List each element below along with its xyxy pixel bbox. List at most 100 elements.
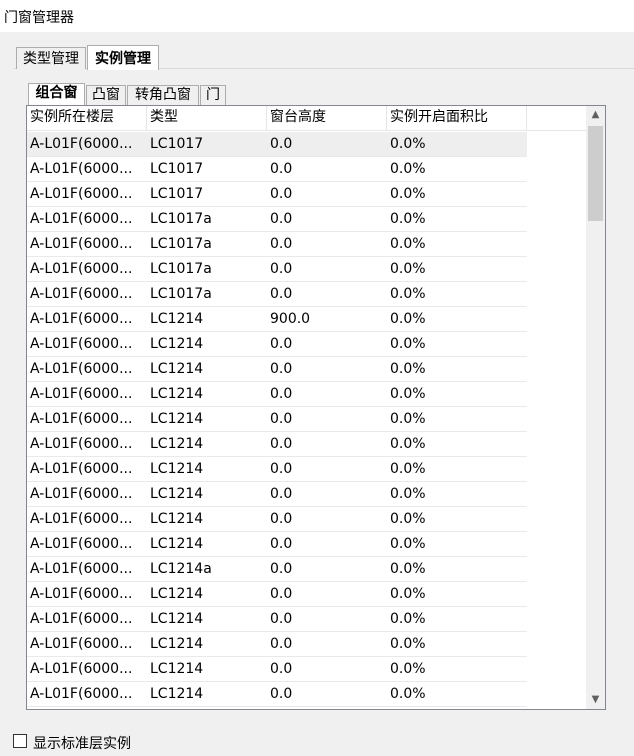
cell-open-area-ratio: 0.0% bbox=[390, 661, 426, 677]
cell-open-area-ratio: 0.0% bbox=[390, 386, 426, 402]
column-header-type[interactable]: 类型 bbox=[147, 106, 267, 130]
table-row[interactable]: A-L01F(6000... LC1214 0.0 0.0% bbox=[27, 682, 527, 707]
table-row[interactable]: A-L01F(6000... LC1214 0.0 0.0% bbox=[27, 532, 527, 557]
cell-floor: A-L01F(6000... bbox=[30, 586, 133, 602]
cell-type: LC1017 bbox=[150, 136, 204, 152]
table-row[interactable]: A-L01F(6000... LC1017 0.0 0.0% bbox=[27, 132, 527, 157]
cell-open-area-ratio: 0.0% bbox=[390, 586, 426, 602]
cell-open-area-ratio: 0.0% bbox=[390, 636, 426, 652]
cell-floor: A-L01F(6000... bbox=[30, 336, 133, 352]
table-row[interactable]: A-L01F(6000... LC1017a 0.0 0.0% bbox=[27, 282, 527, 307]
cell-open-area-ratio: 0.0% bbox=[390, 236, 426, 252]
subtab-door[interactable]: 门 bbox=[200, 85, 226, 105]
cell-type: LC1214a bbox=[150, 561, 212, 577]
cell-open-area-ratio: 0.0% bbox=[390, 311, 426, 327]
cell-sill-height: 0.0 bbox=[270, 461, 293, 477]
cell-sill-height: 0.0 bbox=[270, 586, 293, 602]
table-row[interactable]: A-L01F(6000... LC1017 0.0 0.0% bbox=[27, 157, 527, 182]
table-row[interactable]: A-L01F(6000... LC1214 0.0 0.0% bbox=[27, 582, 527, 607]
cell-type: LC1214 bbox=[150, 311, 204, 327]
table-row[interactable]: A-L01F(6000... LC1017a 0.0 0.0% bbox=[27, 257, 527, 282]
cell-type: LC1214 bbox=[150, 411, 204, 427]
cell-floor: A-L01F(6000... bbox=[30, 161, 133, 177]
cell-open-area-ratio: 0.0% bbox=[390, 536, 426, 552]
subtab-combo-window[interactable]: 组合窗 bbox=[28, 83, 85, 106]
cell-floor: A-L01F(6000... bbox=[30, 461, 133, 477]
chevron-up-icon[interactable]: ▲ bbox=[586, 106, 605, 124]
cell-type: LC1214 bbox=[150, 611, 204, 627]
instance-list[interactable]: 实例所在楼层 类型 窗台高度 实例开启面积比 A-L01F(6000... LC1… bbox=[26, 105, 606, 710]
cell-type: LC1214 bbox=[150, 386, 204, 402]
table-row[interactable]: A-L01F(6000... LC1214 0.0 0.0% bbox=[27, 657, 527, 682]
cell-open-area-ratio: 0.0% bbox=[390, 261, 426, 277]
chevron-down-icon[interactable]: ▼ bbox=[586, 691, 605, 709]
subtab-corner-bay-window[interactable]: 转角凸窗 bbox=[127, 85, 199, 105]
cell-sill-height: 0.0 bbox=[270, 186, 293, 202]
cell-type: LC1017a bbox=[150, 261, 212, 277]
cell-open-area-ratio: 0.0% bbox=[390, 461, 426, 477]
table-row[interactable]: A-L01F(6000... LC1214 0.0 0.0% bbox=[27, 382, 527, 407]
table-row[interactable]: A-L01F(6000... LC1214 0.0 0.0% bbox=[27, 507, 527, 532]
subtab-bay-window[interactable]: 凸窗 bbox=[86, 85, 126, 105]
cell-floor: A-L01F(6000... bbox=[30, 386, 133, 402]
cell-type: LC1017 bbox=[150, 161, 204, 177]
vertical-scrollbar[interactable]: ▲ ▼ bbox=[586, 106, 605, 709]
cell-type: LC1214 bbox=[150, 536, 204, 552]
list-header: 实例所在楼层 类型 窗台高度 实例开启面积比 bbox=[27, 106, 587, 131]
table-row[interactable]: A-L01F(6000... LC1214 900.0 0.0% bbox=[27, 307, 527, 332]
table-row[interactable]: A-L01F(6000... LC1214 0.0 0.0% bbox=[27, 632, 527, 657]
cell-sill-height: 0.0 bbox=[270, 511, 293, 527]
tab-type-management[interactable]: 类型管理 bbox=[16, 47, 86, 69]
table-row[interactable]: A-L01F(6000... LC1214 0.0 0.0% bbox=[27, 407, 527, 432]
show-standard-floor-checkbox[interactable] bbox=[13, 734, 27, 748]
title-bar: 门窗管理器 bbox=[0, 0, 634, 32]
table-row[interactable]: A-L01F(6000... LC1214 0.0 0.0% bbox=[27, 432, 527, 457]
cell-open-area-ratio: 0.0% bbox=[390, 511, 426, 527]
tab-instance-management[interactable]: 实例管理 bbox=[87, 45, 159, 70]
cell-floor: A-L01F(6000... bbox=[30, 361, 133, 377]
cell-sill-height: 0.0 bbox=[270, 211, 293, 227]
cell-floor: A-L01F(6000... bbox=[30, 311, 133, 327]
table-row[interactable]: A-L01F(6000... LC1214 0.0 0.0% bbox=[27, 457, 527, 482]
table-row[interactable]: A-L01F(6000... LC1017 0.0 0.0% bbox=[27, 182, 527, 207]
column-header-sill-height[interactable]: 窗台高度 bbox=[267, 106, 387, 130]
cell-sill-height: 0.0 bbox=[270, 236, 293, 252]
cell-sill-height: 0.0 bbox=[270, 286, 293, 302]
cell-sill-height: 900.0 bbox=[270, 311, 311, 327]
cell-sill-height: 0.0 bbox=[270, 436, 293, 452]
column-header-floor[interactable]: 实例所在楼层 bbox=[27, 106, 147, 130]
cell-open-area-ratio: 0.0% bbox=[390, 436, 426, 452]
cell-floor: A-L01F(6000... bbox=[30, 236, 133, 252]
show-standard-floor-label: 显示标准层实例 bbox=[33, 736, 131, 752]
table-row[interactable]: A-L01F(6000... LC1017a 0.0 0.0% bbox=[27, 207, 527, 232]
cell-type: LC1017a bbox=[150, 286, 212, 302]
column-header-open-area-ratio[interactable]: 实例开启面积比 bbox=[387, 106, 527, 130]
table-row[interactable]: A-L01F(6000... LC1214 0.0 0.0% bbox=[27, 357, 527, 382]
cell-open-area-ratio: 0.0% bbox=[390, 186, 426, 202]
cell-type: LC1214 bbox=[150, 336, 204, 352]
cell-floor: A-L01F(6000... bbox=[30, 561, 133, 577]
cell-sill-height: 0.0 bbox=[270, 636, 293, 652]
cell-sill-height: 0.0 bbox=[270, 336, 293, 352]
cell-sill-height: 0.0 bbox=[270, 686, 293, 702]
cell-floor: A-L01F(6000... bbox=[30, 261, 133, 277]
scrollbar-thumb[interactable] bbox=[588, 126, 603, 221]
cell-sill-height: 0.0 bbox=[270, 611, 293, 627]
cell-floor: A-L01F(6000... bbox=[30, 211, 133, 227]
cell-type: LC1214 bbox=[150, 636, 204, 652]
cell-type: LC1214 bbox=[150, 511, 204, 527]
cell-type: LC1214 bbox=[150, 436, 204, 452]
table-row[interactable]: A-L01F(6000... LC1214 0.0 0.0% bbox=[27, 607, 527, 632]
cell-sill-height: 0.0 bbox=[270, 536, 293, 552]
cell-floor: A-L01F(6000... bbox=[30, 436, 133, 452]
cell-type: LC1214 bbox=[150, 586, 204, 602]
table-row[interactable]: A-L01F(6000... LC1214a 0.0 0.0% bbox=[27, 557, 527, 582]
table-row[interactable]: A-L01F(6000... LC1017a 0.0 0.0% bbox=[27, 232, 527, 257]
cell-type: LC1214 bbox=[150, 461, 204, 477]
cell-sill-height: 0.0 bbox=[270, 161, 293, 177]
table-row[interactable]: A-L01F(6000... LC1214 0.0 0.0% bbox=[27, 482, 527, 507]
cell-open-area-ratio: 0.0% bbox=[390, 611, 426, 627]
cell-type: LC1017 bbox=[150, 186, 204, 202]
table-row[interactable]: A-L01F(6000... LC1214 0.0 0.0% bbox=[27, 332, 527, 357]
cell-floor: A-L01F(6000... bbox=[30, 486, 133, 502]
